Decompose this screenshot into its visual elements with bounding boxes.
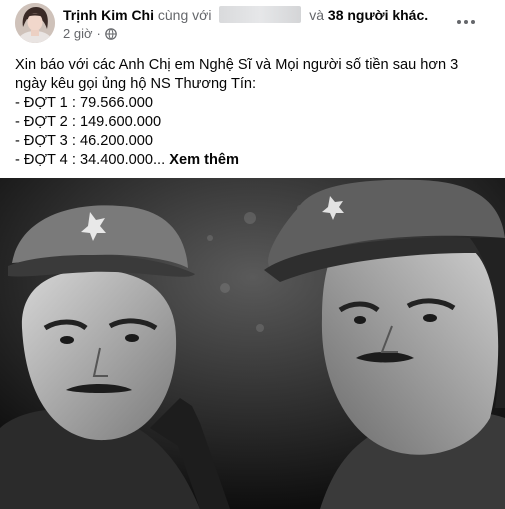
- post-line: - ĐỢT 2 : 149.600.000: [15, 114, 162, 130]
- post-line: - ĐỢT 3 : 46.200.000: [15, 133, 153, 149]
- globe-icon[interactable]: [105, 27, 117, 40]
- others-link[interactable]: 38 người khác.: [328, 7, 428, 23]
- post-line: Xin báo với các Anh Chị em Nghệ Sĩ và Mọ…: [15, 57, 459, 73]
- post-time[interactable]: 2 giờ: [63, 26, 93, 41]
- black-white-film-still: [0, 178, 505, 509]
- post-photo[interactable]: [0, 178, 505, 509]
- with-text: cùng với: [157, 7, 212, 23]
- post-line-last: - ĐỢT 4 : 34.400.000... Xem thêm: [15, 151, 490, 170]
- post-text: Xin báo với các Anh Chị em Nghệ Sĩ và Mọ…: [15, 56, 490, 170]
- post-line: ngày kêu gọi ủng hộ NS Thương Tín:: [15, 76, 257, 92]
- avatar-image: [15, 3, 55, 43]
- see-more-link[interactable]: Xem thêm: [169, 152, 239, 168]
- post-meta: 2 giờ ·: [63, 26, 117, 41]
- author-name[interactable]: Trịnh Kim Chi: [63, 7, 154, 23]
- more-options-icon[interactable]: [452, 8, 480, 36]
- author-avatar[interactable]: [15, 3, 55, 43]
- facebook-post: Trịnh Kim Chi cùng với và 38 người khác.…: [0, 0, 505, 509]
- post-header: Trịnh Kim Chi cùng với và 38 người khác.…: [0, 0, 505, 50]
- post-line: - ĐỢT 4 : 34.400.000...: [15, 152, 166, 168]
- post-line: - ĐỢT 1 : 79.566.000: [15, 95, 153, 111]
- tagged-user-redacted[interactable]: [219, 6, 302, 23]
- author-line: Trịnh Kim Chi cùng với và 38 người khác.: [63, 6, 428, 24]
- meta-separator: ·: [96, 26, 101, 41]
- and-text: và: [309, 7, 325, 23]
